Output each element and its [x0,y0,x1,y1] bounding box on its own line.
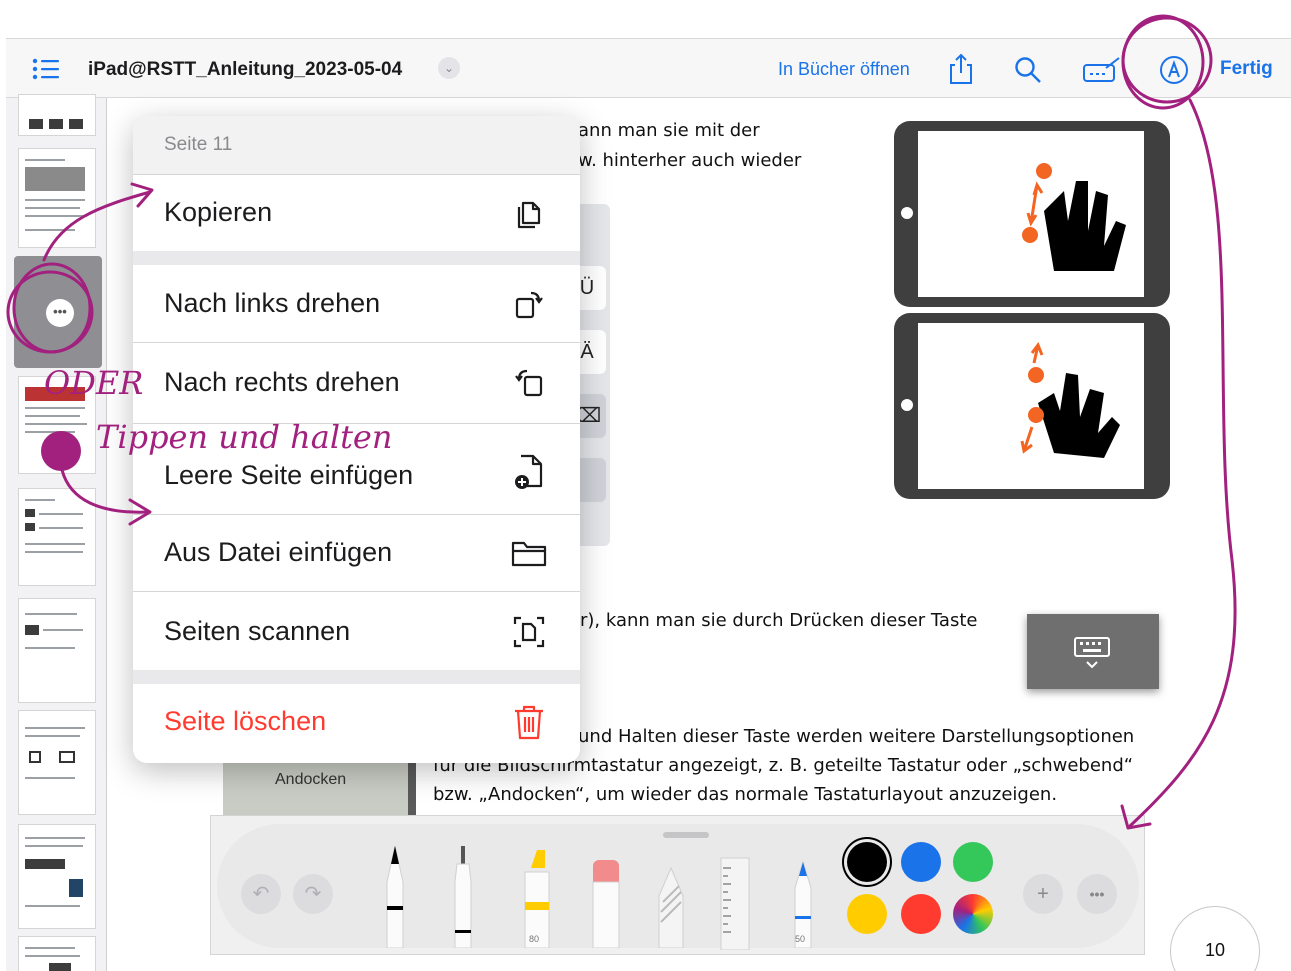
pencil-width-label: 50 [795,934,806,944]
pencil-tool-icon[interactable] [785,842,821,948]
annotation-oder: ODER [44,364,144,402]
page-text: r), kann man sie durch Drücken dieser Ta… [580,610,978,631]
marker-tool-icon[interactable] [517,842,557,948]
open-in-books-button[interactable]: In Bücher öffnen [778,59,910,80]
fineliner-tool-icon[interactable] [445,842,481,948]
page-text: w. hinterher auch wieder [578,150,802,171]
pinch-hand-icon [1022,163,1126,271]
menu-item-label: Nach links drehen [164,288,381,318]
menu-item-rotate-right[interactable]: Nach rechts drehen [133,343,580,423]
screen: iPad@RSTT_Anleitung_2023-05-04 ⌄ In Büch… [0,0,1291,971]
color-green-swatch[interactable] [953,842,993,882]
keyboard-pencil-icon[interactable] [1082,56,1122,84]
ruler-tool-icon[interactable] [717,854,753,950]
menu-item-label: Seiten scannen [164,616,351,646]
pen-tool-icon[interactable] [377,842,413,948]
trash-icon [515,705,543,740]
color-red-swatch[interactable] [901,894,941,934]
hide-keyboard-button-image [1027,614,1159,689]
markup-toolbar: ↶ ↷ 80 50 + ••• [210,815,1145,955]
list-icon[interactable] [32,57,60,81]
menu-item-delete-page[interactable]: Seite löschen [133,684,580,763]
redo-icon[interactable]: ↷ [293,874,333,914]
chevron-down-icon[interactable]: ⌄ [438,57,460,79]
page-thumbnail[interactable] [18,824,96,929]
markup-icon[interactable] [1159,55,1189,85]
color-yellow-swatch[interactable] [847,894,887,934]
document-title[interactable]: iPad@RSTT_Anleitung_2023-05-04 [88,59,402,81]
tool-palette: ↶ ↷ 80 50 + ••• [217,824,1139,950]
menu-item-insert-from-file[interactable]: Aus Datei einfügen [133,515,580,591]
annotation-tippen: Tippen und halten [96,418,393,456]
page-thumbnail[interactable] [18,936,96,971]
page-number-indicator: 10 [1170,906,1260,971]
page-thumbnail[interactable] [18,598,96,703]
keyboard-dismiss-icon [1074,637,1110,669]
marker-width-label: 80 [529,934,540,944]
menu-item-label: Seite löschen [164,706,327,736]
folder-icon [511,541,547,567]
menu-item-label: Leere Seite einfügen [164,460,414,490]
menu-item-label: Aus Datei einfügen [164,537,393,567]
menu-item-scan-pages[interactable]: Seiten scannen [133,592,580,670]
top-bar: iPad@RSTT_Anleitung_2023-05-04 ⌄ In Büch… [6,38,1291,98]
undo-icon[interactable]: ↶ [241,874,281,914]
page-thumbnail[interactable] [18,94,96,136]
spread-hand-icon [1020,341,1120,458]
color-picker-icon[interactable] [953,894,993,934]
page-thumbnail[interactable] [18,710,96,815]
menu-header-label: Seite 11 [164,134,233,155]
grabber[interactable] [663,832,709,838]
ipad-pinch-illustration [894,121,1170,307]
menu-item-copy[interactable]: Kopieren [133,175,580,251]
eraser-tool-icon[interactable] [585,842,625,948]
menu-item-label: Kopieren [164,197,273,227]
more-icon[interactable]: ••• [1077,874,1117,914]
rotate-right-icon [515,369,543,397]
page-thumbnail[interactable] [18,488,96,586]
andocken-label: Andocken [275,771,347,788]
search-icon[interactable] [1014,56,1042,84]
color-blue-swatch[interactable] [901,842,941,882]
add-icon[interactable]: + [1023,874,1063,914]
insert-blank-page-icon [515,454,543,489]
more-options-icon[interactable]: ••• [46,299,74,327]
ipad-spread-illustration [894,313,1170,499]
scan-icon [513,616,545,648]
menu-header: Seite 11 [133,116,580,174]
done-button[interactable]: Fertig [1220,58,1273,80]
menu-item-label: Nach rechts drehen [164,367,400,397]
menu-item-rotate-left[interactable]: Nach links drehen [133,265,580,342]
page-text: ann man sie mit der [578,120,760,141]
page-text: bzw. „Andocken“, um wieder das normale T… [433,784,1058,805]
andocken-image: Andocken [223,755,416,815]
color-black-swatch[interactable] [847,842,887,882]
share-icon[interactable] [948,53,974,85]
page-number: 10 [1205,940,1226,960]
rotate-left-icon [515,291,543,319]
lasso-tool-icon[interactable] [651,842,691,948]
page-thumbnail[interactable] [18,148,96,248]
copy-icon [517,201,541,229]
page-thumbnail-sidebar: ••• [6,94,107,971]
page-text: und Halten dieser Taste werden weitere D… [578,726,1135,747]
